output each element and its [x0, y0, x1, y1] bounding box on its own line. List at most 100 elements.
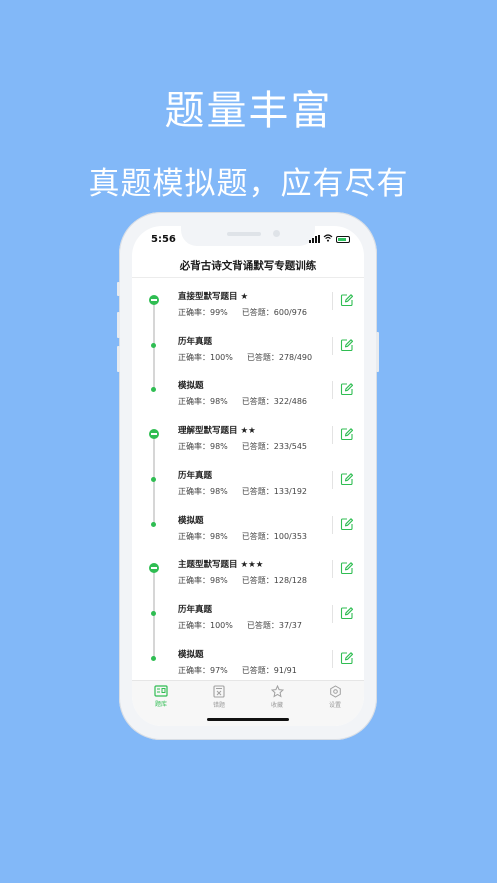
answered-label: 已答题：: [246, 620, 279, 630]
answered-value: 233/545: [273, 442, 308, 452]
answered-label: 已答题：: [241, 531, 274, 541]
answered-stat: 已答题：600/976: [242, 308, 307, 317]
item-title: 主题型默写题目 ★★★: [178, 560, 264, 571]
item-title: 模拟题: [178, 649, 204, 660]
tab-label: 收藏: [270, 702, 283, 709]
item-title: 模拟题: [178, 515, 204, 526]
tab-question-bank[interactable]: 题库: [132, 685, 190, 708]
accuracy-stat: 正确率：100%: [178, 621, 233, 630]
answered-label: 已答题：: [241, 665, 274, 675]
answered-value: 91/91: [273, 665, 297, 675]
list-item[interactable]: 模拟题正确率：98% 已答题：322/486: [132, 367, 364, 412]
status-icons: [309, 234, 350, 244]
list-item[interactable]: 模拟题正确率：97% 已答题：91/91: [132, 636, 364, 681]
answered-value: 37/37: [278, 620, 302, 630]
phone-side-button: [117, 282, 120, 296]
edit-icon[interactable]: [340, 651, 354, 665]
accuracy-stat: 正确率：98%: [178, 487, 228, 496]
item-title: 模拟题: [178, 381, 204, 392]
row-divider: [332, 336, 333, 355]
list-item[interactable]: 直接型默写题目 ★ 正确率：99% 已答题：600/976: [132, 278, 364, 323]
edit-icon[interactable]: [340, 606, 354, 620]
accuracy-label: 正确率：: [178, 665, 210, 675]
item-stats: 正确率：100% 已答题：278/490: [178, 352, 326, 363]
settings-icon: [329, 685, 341, 698]
phone-volume-up: [117, 312, 120, 338]
timeline-node: [151, 610, 156, 616]
list-item[interactable]: 历年真题正确率：100% 已答题：37/37: [132, 591, 364, 636]
page-title: 必背古诗文背诵默写专题训练: [179, 260, 317, 272]
row-divider: [332, 604, 333, 623]
accuracy-value: 100%: [210, 620, 233, 630]
answered-stat: 已答题：128/128: [242, 576, 307, 585]
phone-power-button: [376, 332, 379, 372]
accuracy-value: 98%: [210, 531, 228, 541]
tab-settings[interactable]: 设置: [306, 685, 364, 709]
promo-subline: 真题模拟题，应有尽有: [88, 166, 409, 202]
phone-screen: 5:56 必背古诗文背诵默写专题训练 直接型默写题目 ★ 正确率：99% 已答题：6…: [132, 226, 364, 726]
list-item[interactable]: 主题型默写题目 ★★★ 正确率：98% 已答题：128/128: [132, 546, 364, 591]
item-title: 历年真题: [178, 336, 213, 347]
timeline-node: [151, 655, 156, 661]
question-category-list: 直接型默写题目 ★ 正确率：99% 已答题：600/976 历年真题 正确率：100% 已…: [132, 278, 364, 680]
accuracy-label: 正确率：: [178, 486, 210, 496]
list-item[interactable]: 理解型默写题目 ★★ 正确率：98% 已答题：233/545: [132, 412, 364, 457]
list-item[interactable]: 历年真题正确率：98% 已答题：133/192: [132, 457, 364, 502]
front-camera: [273, 230, 280, 237]
answered-label: 已答题：: [246, 352, 279, 362]
list-item[interactable]: 历年真题正确率：100% 已答题：278/490: [132, 323, 364, 368]
accuracy-value: 99%: [210, 308, 228, 317]
item-title: 历年真题: [178, 470, 213, 481]
item-stats: 正确率：99% 已答题：600/976: [178, 307, 321, 318]
answered-stat: 已答题：133/192: [242, 487, 307, 496]
row-divider: [332, 649, 333, 668]
question-bank-icon: [154, 685, 168, 697]
home-indicator[interactable]: [207, 718, 289, 721]
answered-value: 322/486: [273, 397, 308, 407]
answered-value: 100/353: [273, 531, 308, 541]
edit-icon[interactable]: [340, 517, 354, 531]
answered-label: 已答题：: [241, 397, 274, 407]
edit-icon[interactable]: [340, 382, 354, 396]
timeline-node: [151, 521, 156, 527]
item-title: 理解型默写题目 ★★: [178, 426, 256, 437]
accuracy-label: 正确率：: [178, 397, 210, 407]
battery-icon: [336, 235, 350, 243]
item-title: 历年真题: [178, 604, 213, 615]
tab-label: 错题: [212, 702, 225, 709]
accuracy-label: 正确率：: [178, 442, 210, 452]
answered-value: 133/192: [273, 486, 308, 496]
item-title: 直接型默写题目 ★: [178, 292, 249, 302]
accuracy-value: 98%: [210, 576, 228, 586]
item-stats: 正确率：100% 已答题：37/37: [178, 620, 316, 631]
edit-icon[interactable]: [340, 338, 354, 352]
edit-icon[interactable]: [340, 472, 354, 486]
row-divider: [332, 292, 333, 310]
edit-icon[interactable]: [340, 293, 354, 307]
row-divider: [332, 515, 333, 534]
edit-icon[interactable]: [340, 427, 354, 441]
collapse-node-icon[interactable]: [149, 563, 159, 574]
accuracy-label: 正确率：: [178, 531, 210, 541]
edit-icon[interactable]: [340, 561, 354, 575]
tab-label: 题库: [154, 701, 167, 708]
phone-notch: [181, 226, 315, 246]
answered-stat: 已答题：100/353: [242, 532, 307, 541]
accuracy-stat: 正确率：98%: [178, 397, 228, 406]
accuracy-label: 正确率：: [178, 576, 210, 586]
list-item[interactable]: 模拟题正确率：98% 已答题：100/353: [132, 502, 364, 547]
collapse-node-icon[interactable]: [149, 429, 159, 440]
accuracy-stat: 正确率：98%: [178, 576, 228, 585]
phone-volume-down: [117, 346, 120, 372]
tab-favorites[interactable]: 收藏: [248, 685, 306, 709]
signal-icon: [309, 235, 320, 243]
collapse-node-icon[interactable]: [149, 295, 159, 305]
tab-wrong-answers[interactable]: 错题: [190, 685, 248, 709]
accuracy-label: 正确率：: [178, 352, 210, 362]
row-divider: [332, 381, 333, 400]
accuracy-value: 97%: [210, 665, 228, 675]
accuracy-stat: 正确率：98%: [178, 442, 228, 451]
item-stats: 正确率：98% 已答题：133/192: [178, 486, 321, 497]
item-stats: 正确率：97% 已答题：91/91: [178, 665, 311, 676]
answered-value: 278/490: [278, 352, 313, 362]
